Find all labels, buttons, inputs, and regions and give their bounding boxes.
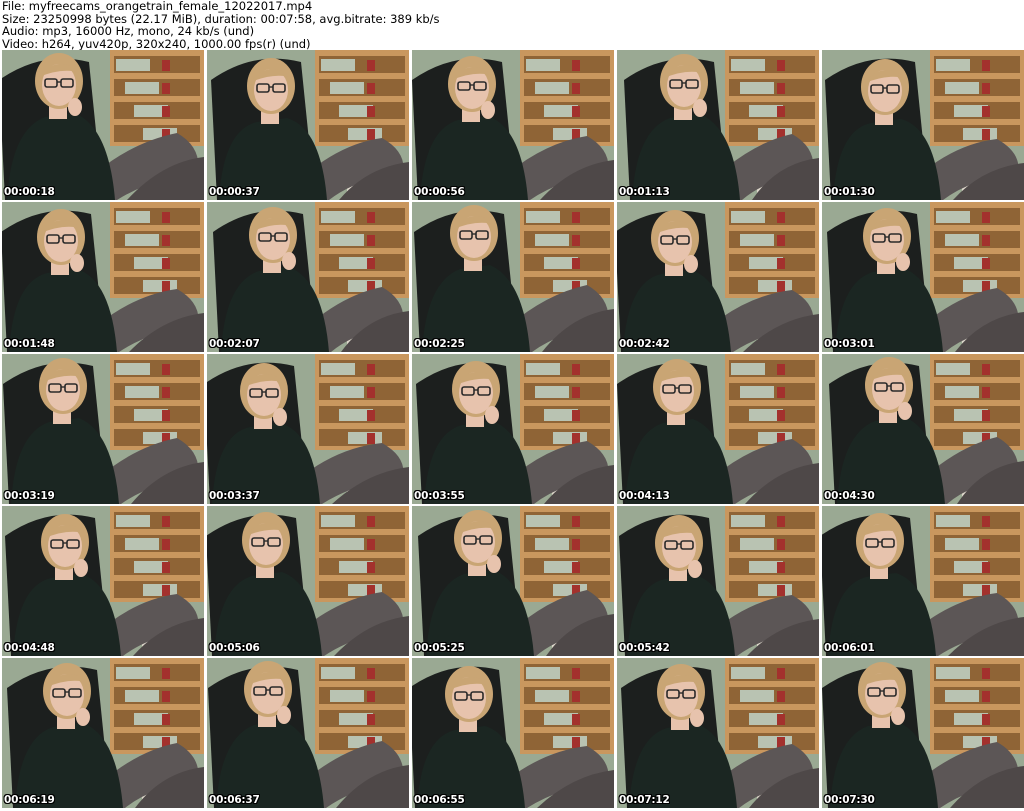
thumbnail-grid: 00:00:18 00:00:37 00:00:56 00:01:13 00:01:30… — [2, 50, 1024, 811]
frame-timestamp: 00:01:48 — [4, 338, 55, 350]
frame-image — [617, 658, 819, 808]
video-frame-thumbnail: 00:05:06 — [207, 506, 409, 656]
frame-timestamp: 00:04:48 — [4, 642, 55, 654]
frame-image — [2, 506, 204, 656]
video-frame-thumbnail: 00:02:42 — [617, 202, 819, 352]
frame-timestamp: 00:03:19 — [4, 490, 55, 502]
frame-image — [822, 658, 1024, 808]
video-frame-thumbnail: 00:03:55 — [412, 354, 614, 504]
frame-timestamp: 00:01:13 — [619, 186, 670, 198]
video-frame-thumbnail: 00:01:13 — [617, 50, 819, 200]
frame-image — [412, 354, 614, 504]
video-frame-thumbnail: 00:06:55 — [412, 658, 614, 808]
frame-timestamp: 00:06:55 — [414, 794, 465, 806]
frame-image — [617, 202, 819, 352]
video-frame-thumbnail: 00:06:37 — [207, 658, 409, 808]
video-frame-thumbnail: 00:02:25 — [412, 202, 614, 352]
frame-timestamp: 00:04:13 — [619, 490, 670, 502]
frame-timestamp: 00:02:25 — [414, 338, 465, 350]
frame-image — [412, 50, 614, 200]
frame-image — [207, 50, 409, 200]
frame-timestamp: 00:04:30 — [824, 490, 875, 502]
video-frame-thumbnail: 00:06:01 — [822, 506, 1024, 656]
frame-image — [207, 658, 409, 808]
video-frame-thumbnail: 00:04:30 — [822, 354, 1024, 504]
audio-line: Audio: mp3, 16000 Hz, mono, 24 kb/s (und… — [2, 24, 255, 38]
frame-image — [2, 202, 204, 352]
video-frame-thumbnail: 00:03:01 — [822, 202, 1024, 352]
video-frame-thumbnail: 00:00:37 — [207, 50, 409, 200]
frame-timestamp: 00:06:01 — [824, 642, 875, 654]
frame-timestamp: 00:07:12 — [619, 794, 670, 806]
file-name-line: File: myfreecams_orangetrain_female_1202… — [2, 0, 313, 13]
frame-timestamp: 00:02:42 — [619, 338, 670, 350]
frame-image — [617, 506, 819, 656]
frame-timestamp: 00:02:07 — [209, 338, 260, 350]
frame-timestamp: 00:05:06 — [209, 642, 260, 654]
video-frame-thumbnail: 00:03:19 — [2, 354, 204, 504]
info-header: File: myfreecams_orangetrain_female_1202… — [0, 0, 1024, 50]
frame-image — [822, 50, 1024, 200]
video-frame-thumbnail: 00:05:42 — [617, 506, 819, 656]
frame-timestamp: 00:03:55 — [414, 490, 465, 502]
frame-image — [2, 658, 204, 808]
frame-timestamp: 00:00:56 — [414, 186, 465, 198]
frame-image — [822, 354, 1024, 504]
frame-image — [2, 354, 204, 504]
frame-image — [207, 354, 409, 504]
frame-timestamp: 00:06:19 — [4, 794, 55, 806]
video-frame-thumbnail: 00:04:48 — [2, 506, 204, 656]
frame-image — [617, 354, 819, 504]
frame-timestamp: 00:03:37 — [209, 490, 260, 502]
frame-image — [412, 658, 614, 808]
frame-image — [207, 202, 409, 352]
frame-image — [207, 506, 409, 656]
video-frame-thumbnail: 00:06:19 — [2, 658, 204, 808]
video-line: Video: h264, yuv420p, 320x240, 1000.00 f… — [2, 36, 311, 51]
frame-image — [617, 50, 819, 200]
frame-timestamp: 00:01:30 — [824, 186, 875, 198]
frame-timestamp: 00:00:18 — [4, 186, 55, 198]
video-frame-thumbnail: 00:01:48 — [2, 202, 204, 352]
frame-image — [412, 202, 614, 352]
video-frame-thumbnail: 00:03:37 — [207, 354, 409, 504]
video-frame-thumbnail: 00:07:30 — [822, 658, 1024, 808]
frame-image — [822, 506, 1024, 656]
frame-timestamp: 00:05:42 — [619, 642, 670, 654]
video-frame-thumbnail: 00:01:30 — [822, 50, 1024, 200]
video-frame-thumbnail: 00:00:56 — [412, 50, 614, 200]
frame-timestamp: 00:05:25 — [414, 642, 465, 654]
video-frame-thumbnail: 00:05:25 — [412, 506, 614, 656]
frame-image — [2, 50, 204, 200]
frame-timestamp: 00:00:37 — [209, 186, 260, 198]
frame-image — [412, 506, 614, 656]
video-frame-thumbnail: 00:02:07 — [207, 202, 409, 352]
video-frame-thumbnail: 00:07:12 — [617, 658, 819, 808]
frame-timestamp: 00:06:37 — [209, 794, 260, 806]
video-frame-thumbnail: 00:00:18 — [2, 50, 204, 200]
frame-image — [822, 202, 1024, 352]
frame-timestamp: 00:07:30 — [824, 794, 875, 806]
video-frame-thumbnail: 00:04:13 — [617, 354, 819, 504]
frame-timestamp: 00:03:01 — [824, 338, 875, 350]
